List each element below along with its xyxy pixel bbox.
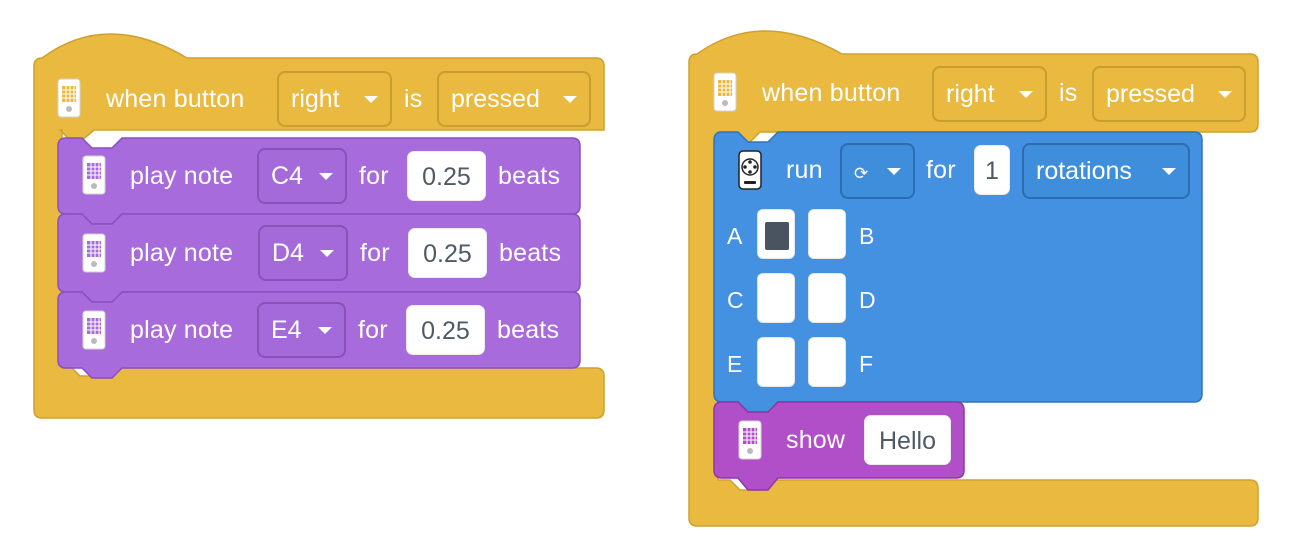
hub-icon: [738, 420, 762, 460]
run-label: run: [786, 156, 823, 184]
show-text-input[interactable]: Hello: [864, 415, 951, 465]
chevron-down-icon: [887, 168, 901, 175]
port-f-toggle[interactable]: [808, 337, 846, 387]
port-b-toggle[interactable]: [808, 209, 846, 259]
motor-icon: [738, 150, 762, 190]
port-label-c: C: [727, 287, 744, 313]
port-label-d: D: [859, 287, 876, 313]
state-dropdown[interactable]: pressed: [1092, 66, 1246, 122]
port-label-b: B: [859, 223, 875, 249]
for-label: for: [926, 156, 956, 184]
button-dropdown[interactable]: right: [932, 66, 1047, 122]
unit-dropdown[interactable]: rotations: [1022, 143, 1190, 199]
port-label-e: E: [727, 351, 743, 377]
state-dropdown-value: pressed: [1106, 80, 1195, 108]
chevron-down-icon: [1218, 91, 1232, 98]
clockwise-icon: ⟳: [854, 164, 869, 183]
port-selected-indicator: [765, 222, 789, 250]
direction-dropdown[interactable]: ⟳: [840, 143, 915, 199]
chevron-down-icon: [1019, 91, 1033, 98]
port-label-a: A: [727, 223, 743, 249]
right-script-stack[interactable]: when button right is pressed: [0, 0, 1292, 556]
when-button-label: when button: [762, 79, 901, 107]
chevron-down-icon: [1162, 168, 1176, 175]
button-dropdown-value: right: [946, 80, 995, 108]
port-c-toggle[interactable]: [757, 273, 795, 323]
hub-icon: [713, 72, 737, 112]
port-label-f: F: [859, 351, 874, 377]
is-label: is: [1059, 79, 1078, 107]
port-d-toggle[interactable]: [808, 273, 846, 323]
port-e-toggle[interactable]: [757, 337, 795, 387]
rotations-amount-input[interactable]: 1: [974, 145, 1010, 195]
port-a-toggle[interactable]: [757, 209, 795, 259]
unit-dropdown-value: rotations: [1036, 157, 1132, 185]
show-label: show: [786, 426, 846, 454]
